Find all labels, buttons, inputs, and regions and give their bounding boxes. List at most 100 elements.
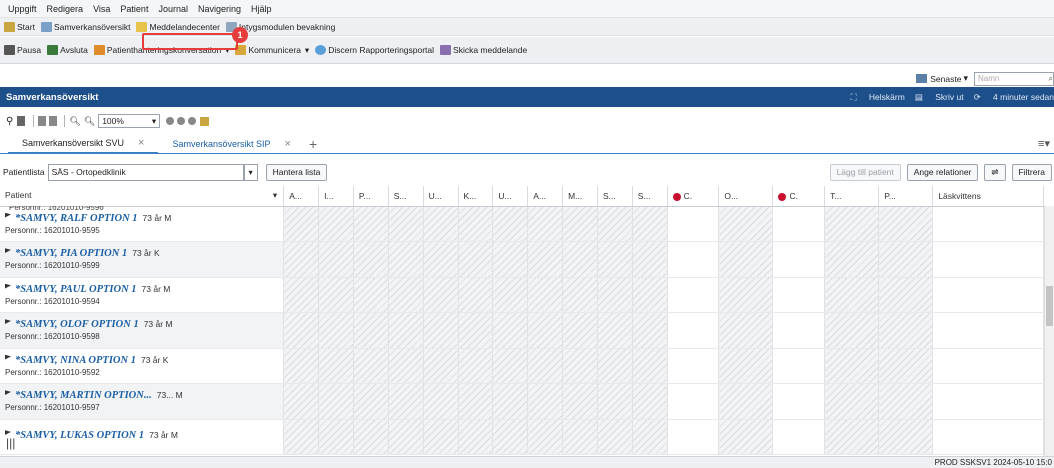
grid-cell[interactable] xyxy=(597,419,633,455)
col-patient[interactable]: Patient ▾ xyxy=(0,186,285,207)
avsluta-button[interactable]: Avsluta xyxy=(47,45,88,55)
menu-journal[interactable]: Journal xyxy=(158,4,188,14)
grid-cell[interactable] xyxy=(423,312,459,349)
table-row[interactable]: *SAMVY, PAUL OPTION 1 73 år M Personnr.: 1… xyxy=(0,277,1044,313)
grid-cell[interactable] xyxy=(667,312,720,349)
zoom-out-icon[interactable]: 🔍︎ xyxy=(84,116,95,127)
grid-cell[interactable] xyxy=(527,277,564,313)
grid-cell[interactable] xyxy=(423,277,459,313)
grid-cell[interactable] xyxy=(318,206,354,242)
manage-list-button[interactable]: Hantera lista xyxy=(265,163,328,181)
patient-list-select[interactable]: SÄS - Ortopedklinik xyxy=(47,163,244,181)
patient-name[interactable]: *SAMVY, OLOF OPTION 1 xyxy=(15,319,139,330)
grid-cell[interactable] xyxy=(667,241,720,278)
grid-cell[interactable] xyxy=(527,383,564,420)
menu-icon[interactable]: ≡▾ xyxy=(1038,137,1050,150)
grid-cell[interactable] xyxy=(632,383,668,420)
grid-cell[interactable] xyxy=(597,206,633,242)
dot-icon[interactable] xyxy=(177,117,186,125)
grid-cell[interactable] xyxy=(283,206,320,242)
grid-cell[interactable] xyxy=(423,383,459,420)
col-header[interactable]: T... xyxy=(824,186,880,207)
grid-cell[interactable] xyxy=(718,241,774,278)
col-header[interactable]: P... xyxy=(353,186,389,207)
scrollbar[interactable] xyxy=(1044,206,1054,456)
patient-cell[interactable]: *SAMVY, OLOF OPTION 1 73 år M Personnr.: 1… xyxy=(0,312,285,349)
tab-samverkansoversikt-svu[interactable]: Samverkansöversikt SVU × xyxy=(8,134,159,153)
menu-visa[interactable]: Visa xyxy=(93,4,110,14)
grid-cell[interactable] xyxy=(283,241,320,278)
grid-cell[interactable] xyxy=(283,348,320,384)
collapse-handle[interactable]: ||| xyxy=(6,436,20,454)
grid-cell[interactable] xyxy=(632,206,668,242)
col-header[interactable]: U... xyxy=(492,186,529,207)
grid-cell[interactable] xyxy=(527,348,564,384)
grid-cell[interactable] xyxy=(562,383,598,420)
grid-cell[interactable] xyxy=(878,383,934,420)
grid-cell[interactable] xyxy=(772,419,826,455)
patient-name[interactable]: *SAMVY, LUKAS OPTION 1 xyxy=(15,430,144,441)
close-icon[interactable]: × xyxy=(138,137,144,149)
grid-cell[interactable] xyxy=(318,312,354,349)
patient-name[interactable]: *SAMVY, PAUL OPTION 1 xyxy=(15,284,137,295)
menu-navigering[interactable]: Navigering xyxy=(198,4,241,14)
col-laskvittens[interactable]: Läskvittens xyxy=(932,186,1044,207)
grid-cell[interactable] xyxy=(492,241,529,278)
patient-cell[interactable]: *SAMVY, MARTIN OPTION... 73... M Personnr.… xyxy=(0,383,285,420)
meddelandecenter-button[interactable]: Meddelandecenter xyxy=(136,21,220,32)
sort-icon[interactable]: ⇌ xyxy=(984,163,1006,181)
dot-icon[interactable] xyxy=(166,117,175,125)
grid-cell[interactable] xyxy=(353,312,389,349)
grid-cell[interactable] xyxy=(318,419,354,455)
grid-cell[interactable] xyxy=(932,241,1044,278)
col-header[interactable]: O... xyxy=(718,186,774,207)
grid-cell[interactable] xyxy=(388,241,424,278)
grid-cell[interactable] xyxy=(932,419,1044,455)
grid-cell[interactable] xyxy=(932,277,1044,313)
grid-cell[interactable] xyxy=(458,348,494,384)
grid-cell[interactable] xyxy=(458,206,494,242)
grid-cell[interactable] xyxy=(492,206,529,242)
grid-cell[interactable] xyxy=(718,383,774,420)
search-input[interactable]: Namn ⌕ xyxy=(974,71,1054,86)
start-button[interactable]: Start xyxy=(4,21,35,32)
close-icon[interactable]: × xyxy=(285,138,291,150)
grid-cell[interactable] xyxy=(878,419,934,455)
grid-cell[interactable] xyxy=(824,241,880,278)
col-header[interactable]: K... xyxy=(458,186,494,207)
grid-cell[interactable] xyxy=(353,277,389,313)
home-icon[interactable] xyxy=(200,116,210,126)
grid-cell[interactable] xyxy=(597,312,633,349)
grid-cell[interactable] xyxy=(632,277,668,313)
patient-name[interactable]: *SAMVY, NINA OPTION 1 xyxy=(15,355,136,366)
chevron-down-icon[interactable]: ▾ xyxy=(273,190,277,201)
grid-cell[interactable] xyxy=(388,383,424,420)
grid-cell[interactable] xyxy=(562,348,598,384)
recent-dropdown[interactable]: Senaste xyxy=(930,74,961,84)
tab-samverkansoversikt-sip[interactable]: Samverkansöversikt SIP × xyxy=(158,134,304,153)
grid-cell[interactable] xyxy=(772,312,826,349)
grid-cell[interactable] xyxy=(718,419,774,455)
grid-cell[interactable] xyxy=(562,312,598,349)
grid-cell[interactable] xyxy=(458,383,494,420)
grid-cell[interactable] xyxy=(353,383,389,420)
patient-name[interactable]: *SAMVY, MARTIN OPTION... xyxy=(15,390,152,401)
table-row[interactable]: *SAMVY, PIA OPTION 1 73 år K Personnr.: 16… xyxy=(0,241,1044,278)
grid-cell[interactable] xyxy=(932,383,1044,420)
grid-cell[interactable] xyxy=(597,348,633,384)
grid-cell[interactable] xyxy=(667,419,720,455)
grid-cell[interactable] xyxy=(824,348,880,384)
grid-cell[interactable] xyxy=(824,383,880,420)
samverkansoversikt-button[interactable]: Samverkansöversikt xyxy=(40,21,130,32)
grid-cell[interactable] xyxy=(878,206,934,242)
menu-patient[interactable]: Patient xyxy=(120,4,148,14)
patient-name[interactable]: *SAMVY, PIA OPTION 1 xyxy=(15,248,127,259)
grid-cell[interactable] xyxy=(527,419,564,455)
kommunicera-button[interactable]: Kommunicera ▾ xyxy=(235,45,309,56)
grid-cell[interactable] xyxy=(667,206,720,242)
col-header[interactable]: C. xyxy=(772,186,826,207)
grid-cell[interactable] xyxy=(423,241,459,278)
relations-button[interactable]: Ange relationer xyxy=(906,163,979,181)
grid-cell[interactable] xyxy=(932,206,1044,242)
grid-cell[interactable] xyxy=(283,277,320,313)
